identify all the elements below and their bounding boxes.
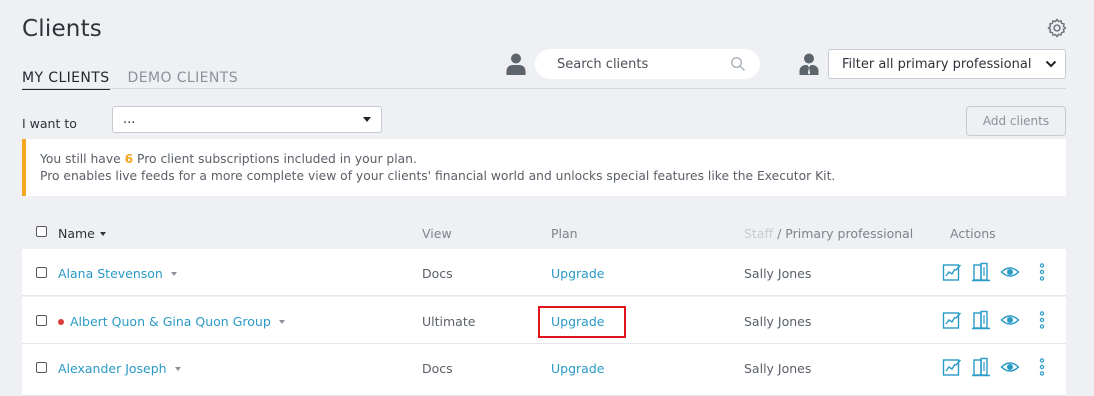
select-all-checkbox[interactable] bbox=[36, 226, 47, 237]
gear-icon[interactable] bbox=[1046, 17, 1068, 39]
eye-icon[interactable] bbox=[1000, 357, 1020, 377]
row-checkbox[interactable] bbox=[36, 362, 47, 373]
tabs-divider bbox=[22, 88, 1066, 89]
action-select[interactable]: ... bbox=[112, 106, 382, 133]
more-options-icon[interactable] bbox=[1037, 262, 1047, 282]
caret-down-icon[interactable] bbox=[174, 366, 181, 371]
tab-my-clients[interactable]: MY CLIENTS bbox=[22, 70, 110, 90]
tab-demo-clients[interactable]: DEMO CLIENTS bbox=[128, 70, 238, 90]
highlight-box bbox=[538, 306, 626, 338]
page-title: Clients bbox=[22, 16, 102, 42]
table-row: Alexander Joseph Docs Upgrade Sally Jone… bbox=[22, 344, 1066, 396]
eye-icon[interactable] bbox=[1000, 310, 1020, 330]
building-icon[interactable] bbox=[971, 357, 991, 377]
person-icon bbox=[506, 53, 526, 75]
professional-icon bbox=[799, 53, 819, 75]
upgrade-link[interactable]: Upgrade bbox=[551, 266, 604, 281]
eye-icon[interactable] bbox=[1000, 262, 1020, 282]
subscription-count: 6 bbox=[124, 152, 134, 166]
notice-line-2: Pro enables live feeds for a more comple… bbox=[40, 169, 836, 183]
building-icon[interactable] bbox=[971, 310, 991, 330]
view-cell: Docs bbox=[422, 266, 453, 281]
row-actions bbox=[942, 357, 1047, 377]
primary-professional-filter[interactable]: Filter all primary professional bbox=[828, 49, 1066, 79]
filter-selected-value: Filter all primary professional bbox=[842, 56, 1032, 72]
caret-down-icon[interactable] bbox=[170, 271, 177, 276]
view-cell: Ultimate bbox=[422, 314, 476, 329]
more-options-icon[interactable] bbox=[1037, 310, 1047, 330]
caret-down-icon bbox=[363, 117, 371, 122]
chart-report-icon[interactable] bbox=[942, 357, 962, 377]
more-options-icon[interactable] bbox=[1037, 357, 1047, 377]
primary-professional-cell: Sally Jones bbox=[744, 361, 812, 376]
search-placeholder: Search clients bbox=[557, 56, 649, 72]
add-clients-button[interactable]: Add clients bbox=[966, 106, 1066, 136]
row-checkbox[interactable] bbox=[36, 315, 47, 326]
table-row: Albert Quon & Gina Quon Group Ultimate U… bbox=[22, 297, 1066, 344]
sort-caret-icon bbox=[99, 231, 106, 236]
notice-line-1: You still have 6 Pro client subscription… bbox=[40, 152, 417, 166]
primary-professional-cell: Sally Jones bbox=[744, 314, 812, 329]
column-header-actions: Actions bbox=[950, 226, 996, 241]
primary-professional-cell: Sally Jones bbox=[744, 266, 812, 281]
column-header-view: View bbox=[422, 226, 452, 241]
search-input[interactable]: Search clients bbox=[535, 49, 760, 79]
chevron-down-icon bbox=[1045, 60, 1057, 68]
row-actions bbox=[942, 262, 1047, 282]
client-tabs: MY CLIENTS DEMO CLIENTS bbox=[22, 70, 238, 90]
client-name-link[interactable]: Albert Quon & Gina Quon Group bbox=[58, 314, 285, 329]
upgrade-link[interactable]: Upgrade bbox=[551, 361, 604, 376]
action-select-label: I want to bbox=[22, 116, 77, 131]
status-dot bbox=[58, 318, 64, 325]
table-row: Alana Stevenson Docs Upgrade Sally Jones bbox=[22, 249, 1066, 296]
row-actions bbox=[942, 310, 1047, 330]
client-name-link[interactable]: Alexander Joseph bbox=[58, 361, 181, 376]
view-cell: Docs bbox=[422, 361, 453, 376]
row-checkbox[interactable] bbox=[36, 267, 47, 278]
column-header-plan: Plan bbox=[551, 226, 578, 241]
chart-report-icon[interactable] bbox=[942, 310, 962, 330]
search-icon bbox=[731, 57, 745, 71]
subscription-notice: You still have 6 Pro client subscription… bbox=[22, 139, 1066, 196]
action-select-value: ... bbox=[123, 112, 136, 127]
chart-report-icon[interactable] bbox=[942, 262, 962, 282]
caret-down-icon[interactable] bbox=[278, 319, 285, 324]
client-name-link[interactable]: Alana Stevenson bbox=[58, 266, 177, 281]
column-header-professional: Staff / Primary professional bbox=[744, 226, 914, 241]
column-header-name[interactable]: Name bbox=[58, 226, 106, 241]
building-icon[interactable] bbox=[971, 262, 991, 282]
